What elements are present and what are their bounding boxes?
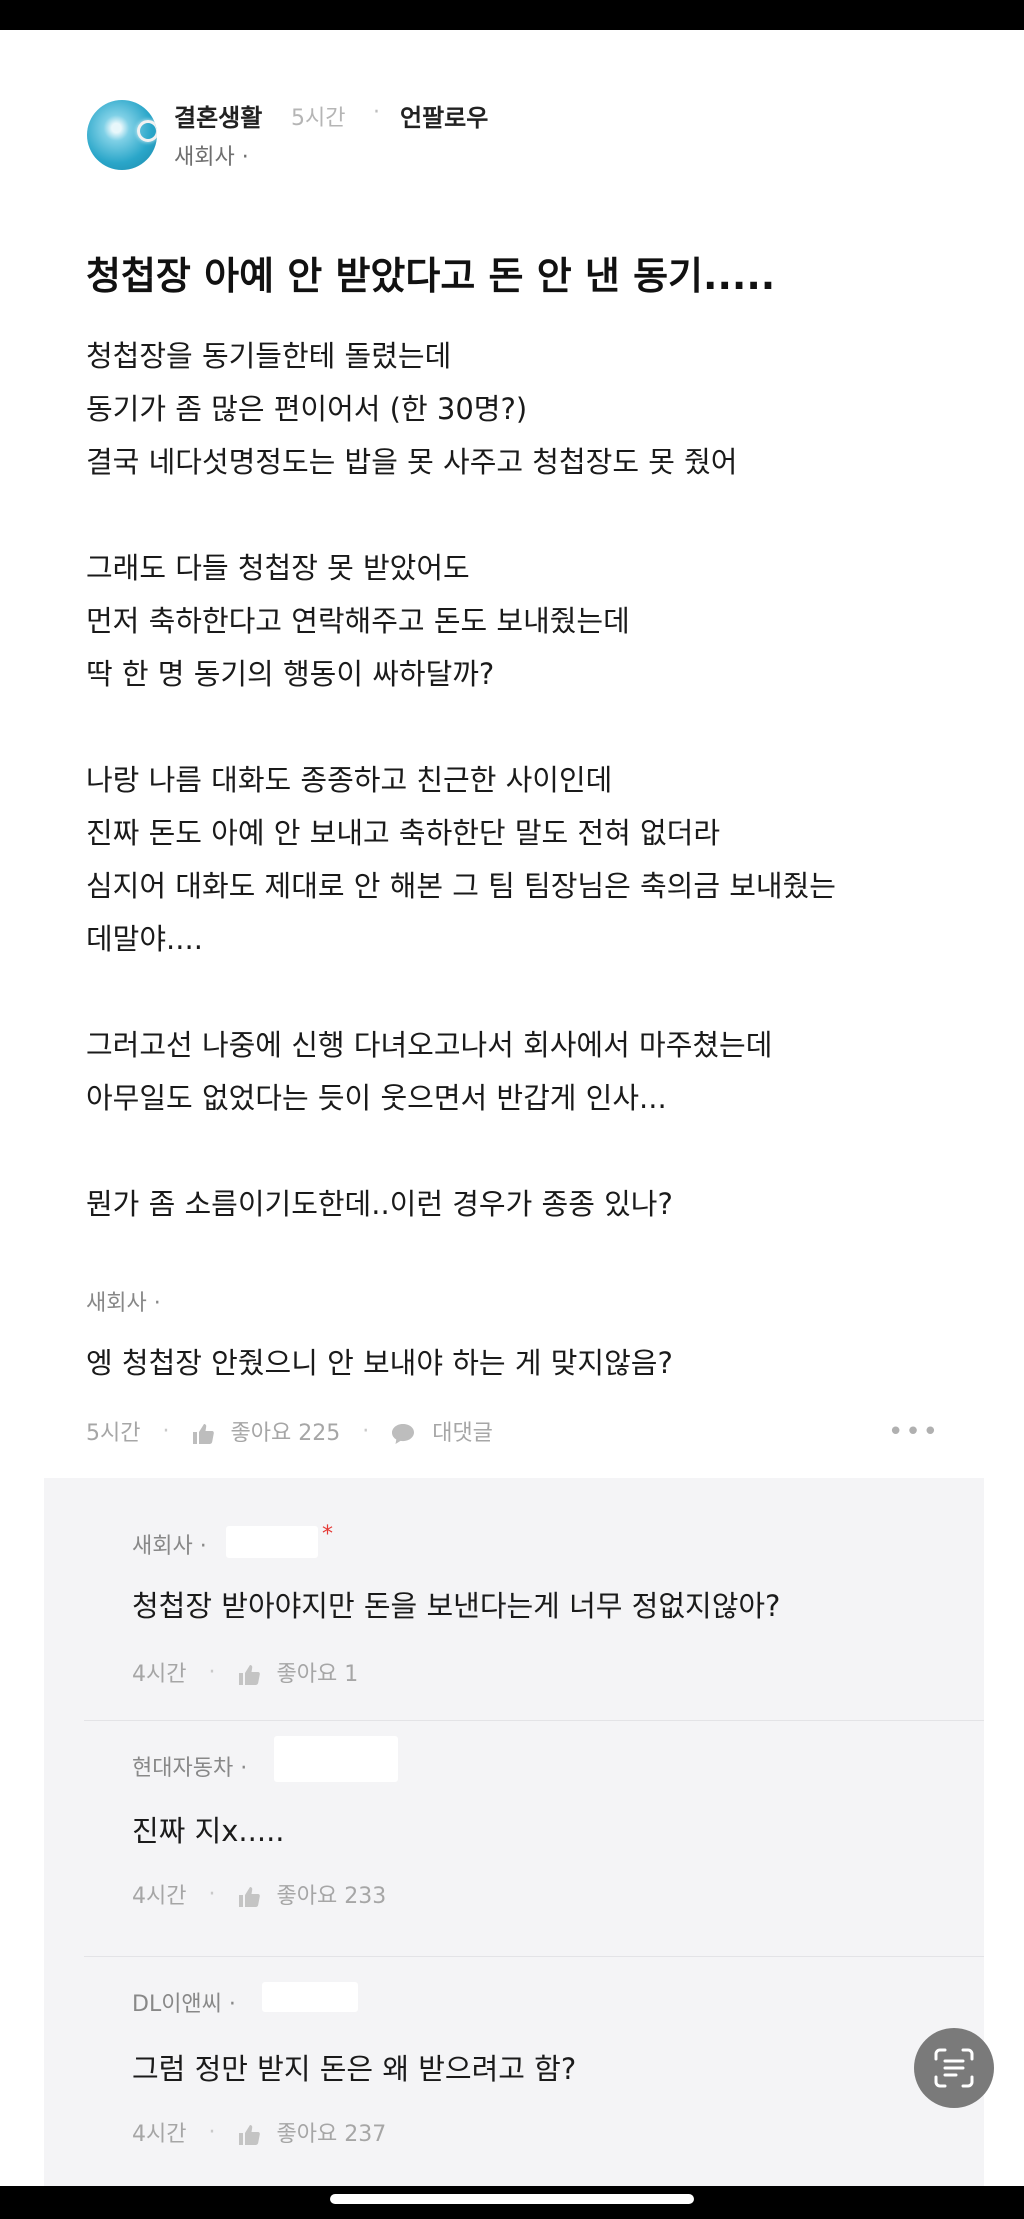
reply-divider: [84, 1720, 984, 1721]
like-button[interactable]: 좋아요 225: [191, 1415, 340, 1447]
reply-company: DL이앤씨 ·: [132, 1992, 236, 2017]
post-line: 진짜 돈도 아예 안 보내고 축하한단 말도 전혀 없더라: [86, 816, 721, 850]
thumbs-up-icon: [193, 1424, 215, 1444]
meta-separator: ·: [208, 1659, 216, 1685]
meta-separator: ·: [208, 2119, 216, 2145]
redacted-name: [226, 1526, 318, 1558]
post-line-blank: [86, 489, 986, 542]
comment-time: 5시간: [86, 1421, 141, 1446]
post-line-blank: [86, 1125, 986, 1178]
post-line: 뭔가 좀 소름이기도한데..이런 경우가 종종 있나?: [86, 1187, 673, 1221]
author-company: 새회사 ·: [174, 145, 249, 170]
reply-text: 청첩장 받아야지만 돈을 보낸다는게 너무 정없지않아?: [132, 1589, 781, 1623]
more-dots-icon[interactable]: •••: [888, 1417, 940, 1447]
like-button[interactable]: 좋아요 237: [237, 2116, 386, 2148]
reply-time: 4시간: [132, 1662, 187, 1687]
text-scan-icon: [934, 2048, 974, 2088]
status-bar: [0, 0, 1024, 30]
post-line: 결국 네다섯명정도는 밥을 못 사주고 청첩장도 못 줬어: [86, 445, 738, 479]
reply-time: 4시간: [132, 2122, 187, 2147]
reply-divider: [84, 1956, 984, 1957]
post-line: 심지어 대화도 제대로 안 해본 그 팀 팀장님은 축의금 보내줬는: [86, 869, 836, 903]
post-line: 먼저 축하한다고 연락해주고 돈도 보내줬는데: [86, 604, 630, 638]
comment-text: 엥 청첩장 안줬으니 안 보내야 하는 게 맞지않음?: [86, 1346, 673, 1380]
redacted-name: [274, 1736, 398, 1782]
post-line-blank: [86, 701, 986, 754]
reply-meta: 4시간 · 좋아요 237: [132, 2116, 386, 2148]
meta-separator: ·: [162, 1418, 170, 1444]
reply-company: 현대자동차 ·: [132, 1756, 248, 1781]
thumbs-up-icon: [239, 1887, 261, 1907]
post-line-blank: [86, 966, 986, 1019]
like-button[interactable]: 좋아요 233: [237, 1878, 386, 1910]
comment-meta: 5시간 · 좋아요 225 · 대댓글: [86, 1415, 493, 1447]
reply-meta: 4시간 · 좋아요 1: [132, 1656, 358, 1688]
post-line: 딱 한 명 동기의 행동이 싸하달까?: [86, 657, 495, 691]
like-label: 좋아요 233: [276, 1884, 387, 1909]
board-avatar[interactable]: [87, 100, 157, 170]
redacted-name: [262, 1982, 358, 2012]
post-line: 나랑 나름 대화도 종종하고 친근한 사이인데: [86, 763, 613, 797]
board-name[interactable]: 결혼생활: [174, 98, 262, 133]
reply-button[interactable]: 대댓글: [391, 1415, 493, 1447]
reply-company: 새회사 ·: [132, 1534, 207, 1559]
reply-time: 4시간: [132, 1884, 187, 1909]
like-label: 좋아요 225: [230, 1421, 341, 1446]
ring-image: [137, 120, 157, 142]
comment-company: 새회사 ·: [86, 1291, 161, 1316]
meta-separator: ·: [362, 1418, 370, 1444]
thumbs-up-icon: [239, 1665, 261, 1685]
star-mark: *: [322, 1522, 333, 1547]
meta-separator: ·: [208, 1881, 216, 1907]
unfollow-button[interactable]: 언팔로우: [400, 98, 488, 133]
text-scan-button[interactable]: [914, 2028, 994, 2108]
post-time: 5시간: [291, 106, 346, 131]
reply-text: 그럼 정만 받지 돈은 왜 받으려고 함?: [132, 2052, 577, 2086]
home-indicator[interactable]: [330, 2194, 694, 2204]
reply-meta: 4시간 · 좋아요 233: [132, 1878, 386, 1910]
post-line: 데말야....: [86, 922, 203, 956]
reply-label: 대댓글: [432, 1421, 493, 1446]
like-label: 좋아요 237: [276, 2122, 387, 2147]
reply-text: 진짜 지x.....: [132, 1814, 285, 1848]
post-line: 청첩장을 동기들한테 돌렸는데: [86, 339, 452, 373]
like-label: 좋아요 1: [276, 1662, 359, 1687]
post-line: 아무일도 없었다는 듯이 웃으면서 반갑게 인사...: [86, 1081, 667, 1115]
like-button[interactable]: 좋아요 1: [237, 1656, 358, 1688]
separator-dot: ·: [373, 100, 380, 125]
speech-bubble-icon: [392, 1424, 415, 1444]
post-body: 청첩장을 동기들한테 돌렸는데 동기가 좀 많은 편이어서 (한 30명?) 결…: [86, 330, 986, 1231]
post-line: 그래도 다들 청첩장 못 받았어도: [86, 551, 470, 585]
post-line: 그러고선 나중에 신행 다녀오고나서 회사에서 마주쳤는데: [86, 1028, 773, 1062]
post-line: 동기가 좀 많은 편이어서 (한 30명?): [86, 392, 528, 426]
reply-panel: 새회사 · * 청첩장 받아야지만 돈을 보낸다는게 너무 정없지않아? 4시간…: [44, 1478, 984, 2186]
thumbs-up-icon: [239, 2125, 261, 2145]
post-title: 청첩장 아예 안 받았다고 돈 안 낸 동기.....: [86, 254, 776, 298]
